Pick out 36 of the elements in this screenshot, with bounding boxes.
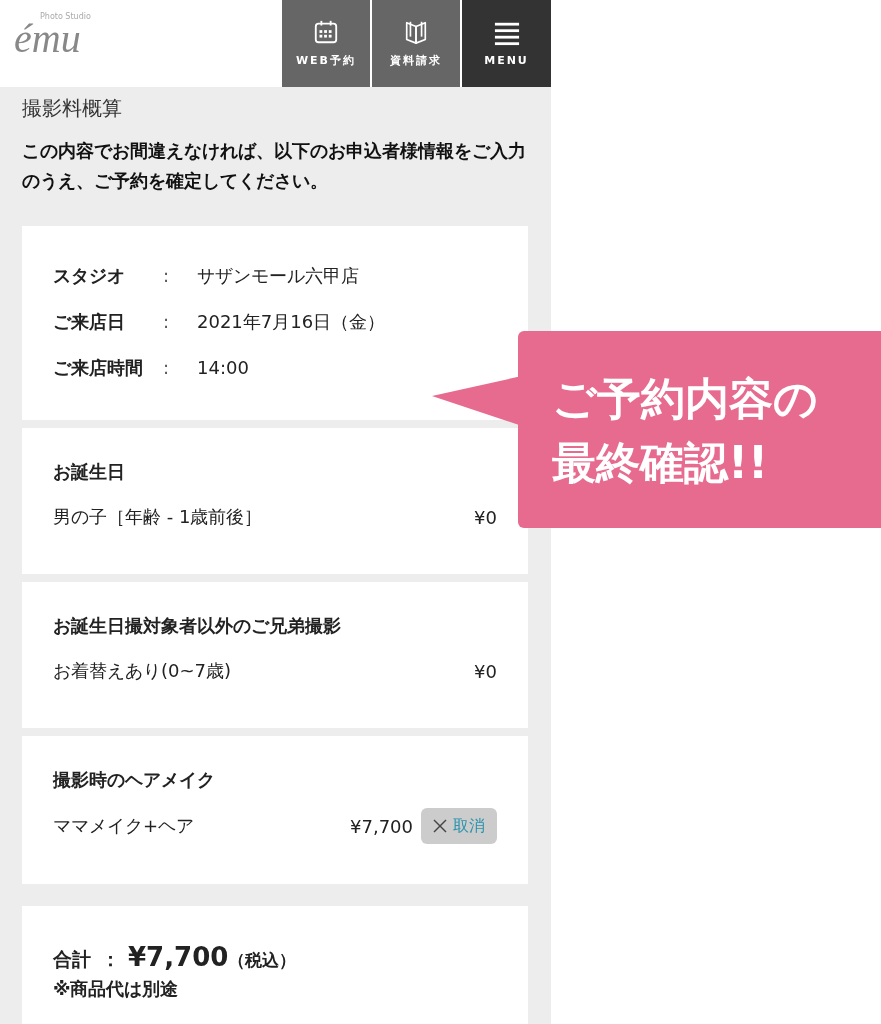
total-amount: ¥7,700 — [128, 942, 229, 972]
field-separator: : — [163, 264, 171, 288]
calendar-icon — [313, 19, 339, 45]
field-separator: : — [163, 310, 171, 334]
field-value: サザンモール六甲店 — [197, 264, 359, 288]
product-fee-note: ※商品代は別途 — [53, 977, 180, 1001]
logo[interactable]: ému — [14, 21, 81, 57]
option-name: 男の子［年齢 - 1歳前後］ — [53, 505, 264, 529]
option-price: ¥0 — [474, 660, 497, 682]
menu-icon — [493, 20, 520, 46]
logo-tagline: Photo Studio — [40, 12, 91, 21]
section-title: 撮影料概算 — [22, 95, 123, 122]
option-name: お着替えあり(0~7歳) — [53, 659, 233, 683]
field-value: 14:00 — [197, 356, 249, 380]
field-value: 2021年7月16日（金） — [197, 310, 386, 334]
nav-button[interactable]: 資料請求 — [372, 0, 460, 87]
callout-text: 最終確認!! — [552, 436, 770, 490]
field-label: ご来店日 — [53, 310, 126, 334]
field-separator: : — [163, 356, 171, 380]
tax-note: （税込） — [228, 949, 297, 972]
plan-title: 撮影時のヘアメイク — [53, 768, 216, 792]
plan-title: お誕生日 — [53, 460, 126, 484]
option-price: ¥0 — [474, 506, 497, 528]
nav-button[interactable]: MENU — [462, 0, 551, 87]
total-separator: ： — [101, 947, 120, 972]
callout-text: ご予約内容の — [552, 372, 819, 426]
total-label: 合計 — [53, 947, 91, 972]
field-label: スタジオ — [53, 264, 126, 288]
option-price: ¥7,700 — [350, 815, 413, 837]
open-book-icon — [403, 19, 429, 45]
plan-title: お誕生日撮対象者以外のご兄弟撮影 — [53, 614, 342, 638]
option-name: ママメイク+ヘア — [53, 814, 196, 838]
instruction-text: この内容でお間違えなければ、以下のお申込者様情報をご入力のうえ、ご予約を確定してください。 — [22, 139, 527, 193]
field-label: ご来店時間 — [53, 356, 144, 380]
close-icon — [433, 819, 447, 833]
nav-button[interactable]: WEB予約 — [282, 0, 370, 87]
